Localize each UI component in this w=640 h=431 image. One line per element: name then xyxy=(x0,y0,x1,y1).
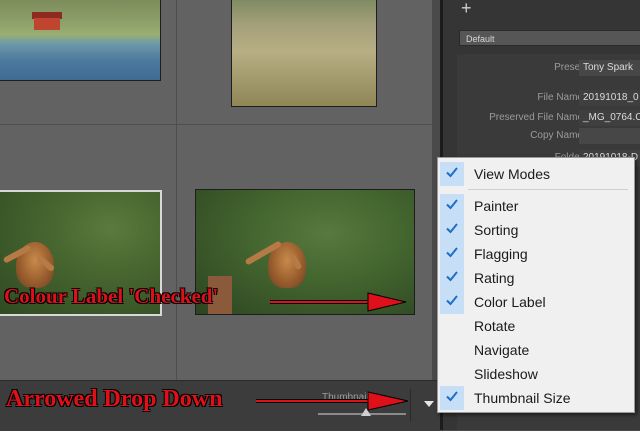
plus-icon[interactable]: + xyxy=(461,0,472,19)
grid-divider xyxy=(176,0,177,380)
menu-item-slideshow[interactable]: Slideshow xyxy=(438,362,634,386)
check-indicator xyxy=(440,194,464,218)
metadata-value[interactable]: Tony Spark xyxy=(579,60,640,76)
menu-item-label: Flagging xyxy=(474,246,528,262)
checkmark-icon xyxy=(446,271,458,282)
menu-divider xyxy=(468,189,628,190)
toolbar-dropdown-arrow-icon[interactable] xyxy=(424,401,434,407)
menu-item-label: Rating xyxy=(474,270,515,286)
preset-dropdown[interactable]: Default xyxy=(459,30,640,46)
check-indicator xyxy=(440,290,464,314)
thumbnail-hill[interactable] xyxy=(232,0,376,106)
checkmark-icon xyxy=(446,247,458,258)
checkmark-icon xyxy=(446,199,458,210)
annotation-arrowed-drop-down: Arrowed Drop Down xyxy=(6,386,223,412)
annotation-arrow-icon xyxy=(256,391,409,411)
toolbar-options-menu: View Modes Painter Sorting Flagging Rati… xyxy=(437,157,635,413)
check-indicator xyxy=(440,242,464,266)
metadata-row-preserved-file-name: Preserved File Name _MG_0764.C xyxy=(457,110,640,126)
checkmark-icon xyxy=(446,391,458,402)
check-indicator xyxy=(440,362,464,386)
check-indicator xyxy=(440,314,464,338)
metadata-key: File Name xyxy=(537,92,583,103)
metadata-value[interactable]: 20191018_0 xyxy=(579,90,640,106)
menu-item-view-modes[interactable]: View Modes xyxy=(438,162,634,186)
menu-item-sorting[interactable]: Sorting xyxy=(438,218,634,242)
menu-item-label: Thumbnail Size xyxy=(474,390,571,406)
grid-divider xyxy=(0,124,432,125)
metadata-value[interactable] xyxy=(579,128,640,144)
menu-item-flagging[interactable]: Flagging xyxy=(438,242,634,266)
menu-item-label: Painter xyxy=(474,198,519,214)
menu-item-label: Slideshow xyxy=(474,366,538,382)
grid-view xyxy=(0,0,432,380)
check-indicator xyxy=(440,338,464,362)
metadata-key: Preserved File Name xyxy=(489,112,583,123)
metadata-row-file-name: File Name 20191018_0 xyxy=(457,90,640,106)
annotation-colour-label: Colour Label 'Checked' xyxy=(4,284,219,308)
metadata-value[interactable]: _MG_0764.C xyxy=(579,110,640,126)
menu-item-navigate[interactable]: Navigate xyxy=(438,338,634,362)
metadata-key: Copy Name xyxy=(530,130,583,141)
checkmark-icon xyxy=(446,223,458,234)
menu-item-painter[interactable]: Painter xyxy=(438,194,634,218)
check-indicator xyxy=(440,386,464,410)
house xyxy=(34,18,60,30)
menu-item-label: Rotate xyxy=(474,318,516,334)
check-indicator xyxy=(440,266,464,290)
metadata-row-preset: Preset Tony Spark xyxy=(457,60,640,76)
checkmark-icon xyxy=(446,167,458,178)
check-indicator xyxy=(440,162,464,186)
check-indicator xyxy=(440,218,464,242)
menu-item-label: Navigate xyxy=(474,342,530,358)
menu-item-color-label[interactable]: Color Label xyxy=(438,290,634,314)
checkmark-icon xyxy=(446,295,458,306)
menu-item-label: View Modes xyxy=(474,166,551,182)
menu-item-rotate[interactable]: Rotate xyxy=(438,314,634,338)
metadata-row-copy-name: Copy Name xyxy=(457,128,640,144)
menu-item-rating[interactable]: Rating xyxy=(438,266,634,290)
annotation-arrow-icon xyxy=(270,292,407,312)
menu-item-thumbnail-size[interactable]: Thumbnail Size xyxy=(438,386,634,410)
thumbnail-lake[interactable] xyxy=(0,0,160,80)
menu-item-label: Sorting xyxy=(474,222,519,238)
menu-item-label: Color Label xyxy=(474,294,546,310)
